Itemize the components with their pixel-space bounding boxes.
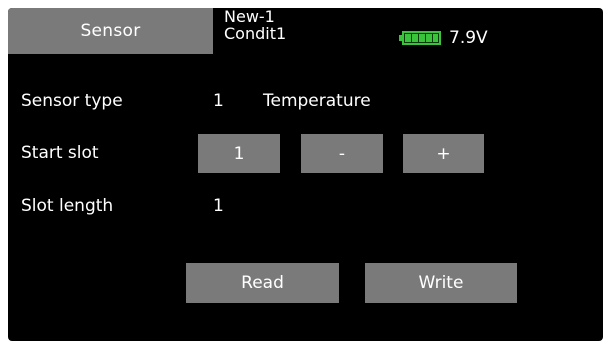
slot-length-label: Slot length: [21, 196, 114, 216]
battery-voltage: 7.9V: [449, 28, 488, 48]
sensor-type-name[interactable]: Temperature: [263, 91, 371, 111]
battery-icon: [399, 31, 441, 45]
screen-title[interactable]: Sensor: [8, 8, 213, 54]
condition-name: Condit1: [224, 24, 287, 43]
write-button[interactable]: Write: [365, 263, 517, 303]
start-slot-decrement-button[interactable]: -: [301, 134, 383, 173]
start-slot-increment-button[interactable]: +: [403, 134, 484, 173]
start-slot-label: Start slot: [21, 143, 99, 163]
read-button[interactable]: Read: [186, 263, 339, 303]
slot-length-value: 1: [213, 196, 224, 216]
model-name: New-1: [224, 8, 275, 26]
start-slot-value-button[interactable]: 1: [198, 134, 280, 173]
sensor-screen: Sensor New-1 Condit1 7.9V Sensor type 1 …: [8, 8, 603, 341]
sensor-type-label: Sensor type: [21, 91, 123, 111]
model-info: New-1 Condit1: [224, 8, 286, 42]
sensor-type-number[interactable]: 1: [213, 91, 224, 111]
